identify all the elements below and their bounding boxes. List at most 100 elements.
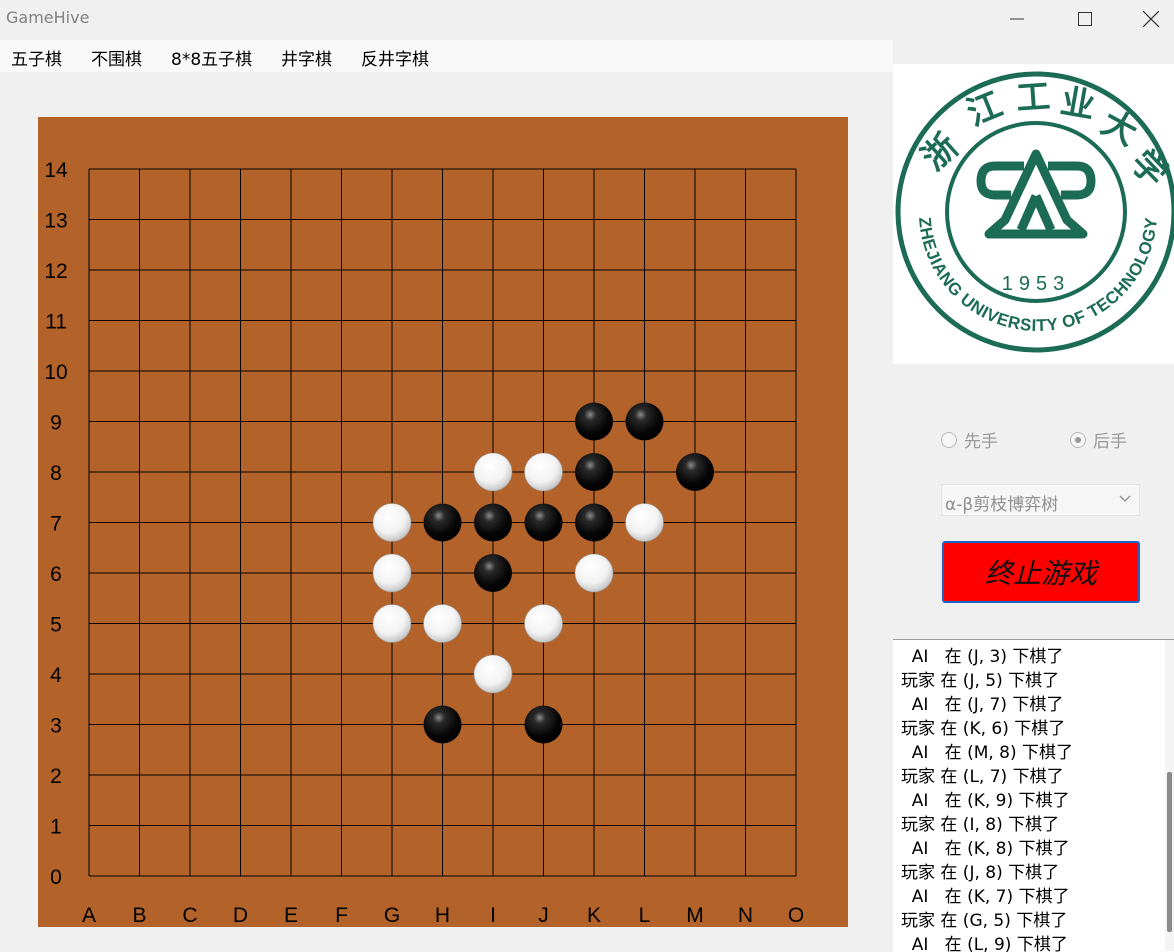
minimize-icon (1010, 18, 1024, 20)
menu-item-nogo[interactable]: 不围棋 (91, 45, 142, 70)
menu-item-tictactoe[interactable]: 井字棋 (281, 45, 332, 70)
column-label: G (384, 904, 400, 927)
white-stone (372, 604, 412, 643)
log-line: AI 在 (M, 8) 下棋了 (901, 743, 1074, 763)
chevron-down-icon (1119, 495, 1131, 502)
column-label: N (738, 904, 753, 927)
row-label: 11 (45, 311, 67, 334)
row-label: 8 (50, 462, 62, 485)
maximize-icon (1078, 12, 1092, 26)
svg-text:业: 业 (1057, 81, 1097, 126)
app-title: GameHive (6, 8, 90, 27)
maximize-button[interactable] (1062, 0, 1108, 38)
university-seal: 浙 江 工 业 大 学 ZHEJIANG UNIVERSITY OF TECHN… (895, 71, 1174, 353)
log-line: AI 在 (K, 9) 下棋了 (901, 791, 1070, 811)
log-scrollbar-thumb[interactable] (1167, 772, 1172, 932)
column-label: F (335, 904, 348, 927)
row-label: 1 (50, 816, 62, 839)
university-logo: 浙 江 工 业 大 学 ZHEJIANG UNIVERSITY OF TECHN… (893, 64, 1174, 364)
log-line: AI 在 (K, 8) 下棋了 (901, 839, 1070, 859)
row-labels: 01234567891011121314 (44, 159, 68, 889)
column-label: C (182, 904, 197, 927)
black-stone (524, 503, 563, 542)
column-label: B (132, 904, 146, 927)
column-label: E (284, 904, 298, 927)
row-label: 4 (50, 664, 62, 687)
black-stone (575, 503, 613, 542)
column-label: H (435, 904, 450, 927)
row-label: 3 (50, 715, 62, 738)
white-stone (473, 654, 513, 694)
column-label: I (490, 904, 496, 927)
white-stone (524, 604, 563, 643)
close-icon (1143, 11, 1159, 27)
menu-bar: 五子棋 不围棋 8*8五子棋 井字棋 反井字棋 (0, 40, 893, 72)
minimize-button[interactable] (994, 0, 1040, 38)
log-scrollbar[interactable] (1165, 640, 1174, 951)
radio-first-label: 先手 (964, 432, 998, 452)
svg-text:学: 学 (1123, 142, 1174, 194)
stop-game-button[interactable]: 终止游戏 (942, 541, 1140, 603)
algorithm-select[interactable]: α-β剪枝博弈树 (941, 484, 1140, 516)
white-stone (372, 553, 412, 593)
close-button[interactable] (1128, 0, 1174, 38)
row-label: 0 (50, 866, 62, 889)
radio-first-move[interactable]: 先手 (941, 427, 998, 452)
black-stone (524, 705, 563, 744)
log-line: AI 在 (K, 7) 下棋了 (901, 887, 1070, 907)
row-label: 12 (44, 260, 67, 283)
algorithm-select-value: α-β剪枝博弈树 (945, 495, 1059, 515)
radio-second-indicator[interactable] (1070, 431, 1086, 448)
column-label: M (686, 904, 704, 927)
row-label: 6 (50, 563, 62, 586)
white-stone (524, 452, 563, 492)
log-line: 玩家 在 (L, 7) 下棋了 (901, 767, 1064, 787)
black-stone (474, 554, 512, 592)
row-label: 7 (50, 513, 62, 536)
column-label: K (587, 904, 601, 927)
svg-text:工: 工 (1015, 77, 1052, 119)
log-line: AI 在 (J, 7) 下棋了 (901, 695, 1064, 715)
black-stone (676, 453, 714, 491)
row-label: 13 (44, 210, 67, 233)
radio-second-label: 后手 (1093, 432, 1127, 452)
log-line: 玩家 在 (J, 5) 下棋了 (901, 671, 1060, 691)
row-label: 9 (50, 412, 62, 435)
row-label: 5 (50, 614, 62, 637)
column-label: J (538, 904, 549, 927)
logo-year: 1953 (1002, 273, 1071, 295)
black-stone (575, 402, 613, 441)
log-line: AI 在 (L, 9) 下棋了 (901, 935, 1068, 952)
move-log: AI 在 (J, 3) 下棋了 玩家 在 (J, 5) 下棋了 AI 在 (J,… (893, 639, 1174, 952)
row-label: 2 (50, 765, 62, 788)
column-labels: A B C D E F G H I J K L M N O (82, 904, 804, 927)
column-label: L (639, 904, 651, 927)
row-label: 10 (44, 361, 67, 384)
white-stone (473, 452, 513, 492)
row-label: 14 (44, 159, 68, 182)
log-line: 玩家 在 (J, 8) 下棋了 (901, 863, 1060, 883)
log-line: AI 在 (J, 3) 下棋了 (901, 647, 1064, 667)
radio-second-move[interactable]: 后手 (1070, 427, 1127, 452)
column-label: O (788, 904, 804, 927)
log-line: 玩家 在 (I, 8) 下棋了 (901, 815, 1060, 835)
black-stone (625, 402, 664, 441)
black-stone (423, 503, 462, 542)
radio-first-indicator[interactable] (941, 431, 957, 448)
white-stone (372, 503, 412, 542)
black-stone (474, 503, 512, 542)
board-canvas[interactable]: ABCDEFGHIJKLMNO 01234567891011121314 (38, 117, 848, 927)
title-bar: GameHive (0, 0, 1174, 38)
log-line: 玩家 在 (G, 5) 下棋了 (901, 911, 1068, 931)
black-stone (575, 453, 613, 491)
log-line: 玩家 在 (K, 6) 下棋了 (901, 719, 1066, 739)
column-label: A (82, 904, 96, 927)
menu-item-gomoku-8x8[interactable]: 8*8五子棋 (171, 45, 252, 70)
white-stone (574, 553, 614, 593)
svg-text:大: 大 (1095, 103, 1144, 154)
column-label: D (233, 904, 248, 927)
game-board[interactable]: ABCDEFGHIJKLMNO 0 1 2 3 4 5 6 7 8 9 10 11 12 13 14 (38, 117, 848, 927)
menu-item-gomoku[interactable]: 五子棋 (11, 45, 62, 70)
black-stone (423, 705, 462, 744)
menu-item-reverse-tictactoe[interactable]: 反井字棋 (361, 45, 429, 70)
